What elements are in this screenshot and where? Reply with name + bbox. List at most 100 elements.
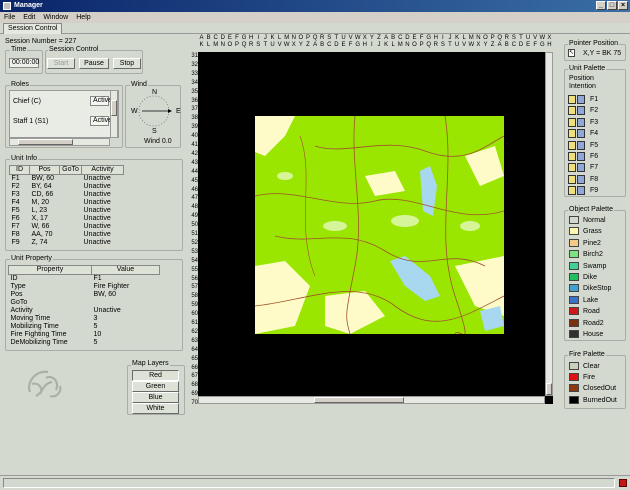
- table-row[interactable]: F2 BY, 64 Unactive: [10, 183, 124, 191]
- unit-intention-icon[interactable]: [577, 186, 585, 196]
- column-header[interactable]: Activity: [81, 165, 124, 175]
- unit-palette-item[interactable]: F1: [566, 95, 626, 106]
- fire-palette-label[interactable]: ClosedOut: [583, 385, 616, 393]
- object-swatch[interactable]: [569, 216, 579, 224]
- object-palette-label[interactable]: Lake: [583, 297, 598, 305]
- wind-title: Wind: [130, 81, 148, 89]
- layer-blue-button[interactable]: Blue: [132, 392, 179, 403]
- unit-position-icon[interactable]: [568, 152, 576, 161]
- unit-intention-icon[interactable]: [577, 174, 585, 184]
- column-header[interactable]: GoTo: [59, 165, 82, 175]
- map-view[interactable]: [198, 52, 553, 404]
- object-swatch[interactable]: [569, 273, 579, 281]
- fire-swatch[interactable]: [569, 395, 579, 404]
- layer-red-button[interactable]: Red: [132, 370, 179, 381]
- object-palette-label[interactable]: Normal: [583, 217, 606, 225]
- unit-position-icon[interactable]: [568, 186, 576, 196]
- unit-position-icon[interactable]: [568, 163, 576, 173]
- column-header[interactable]: Property: [8, 265, 92, 275]
- fire-swatch[interactable]: [569, 362, 579, 370]
- fire-palette-label[interactable]: Fire: [583, 374, 595, 382]
- table-row[interactable]: F1 BW, 60 Unactive: [10, 175, 124, 184]
- layer-white-button[interactable]: White: [132, 403, 179, 414]
- unit-position-icon[interactable]: [568, 129, 576, 139]
- object-swatch[interactable]: [569, 330, 579, 338]
- object-palette-label[interactable]: Birch2: [583, 251, 603, 259]
- fire-swatch[interactable]: [569, 373, 579, 382]
- menu-window[interactable]: Window: [39, 14, 72, 21]
- start-button[interactable]: Start: [47, 58, 75, 69]
- object-palette-label[interactable]: Pine2: [583, 240, 601, 248]
- unit-intention-icon[interactable]: [577, 129, 585, 139]
- column-header[interactable]: Value: [91, 265, 160, 275]
- fire-palette-label[interactable]: Clear: [583, 363, 600, 371]
- unit-palette-item[interactable]: F9: [566, 186, 626, 197]
- object-swatch[interactable]: [569, 295, 579, 304]
- table-row[interactable]: F6 X, 17 Unactive: [10, 215, 124, 223]
- role-status[interactable]: Active: [90, 116, 112, 126]
- time-display: 00:00:00: [9, 58, 39, 68]
- roles-vscroll[interactable]: [110, 90, 118, 138]
- pause-button[interactable]: Pause: [79, 58, 109, 69]
- object-palette-label[interactable]: DikeStop: [583, 285, 611, 293]
- object-palette-label[interactable]: House: [583, 331, 603, 339]
- table-row[interactable]: F8 AA, 70 Unactive: [10, 231, 124, 239]
- table-row[interactable]: F9 Z, 74 Unactive: [10, 239, 124, 247]
- stop-button[interactable]: Stop: [113, 58, 141, 69]
- object-swatch[interactable]: [569, 307, 579, 316]
- unit-palette-item[interactable]: F3: [566, 117, 626, 129]
- unit-intention-icon[interactable]: [577, 152, 585, 161]
- unit-intention-icon[interactable]: [577, 163, 585, 173]
- table-row[interactable]: F4 M, 20 Unactive: [10, 199, 124, 207]
- table-row[interactable]: F7 W, 66 Unactive: [10, 223, 124, 231]
- table-row[interactable]: F5 L, 23 Unactive: [10, 207, 124, 215]
- object-swatch[interactable]: [569, 227, 579, 236]
- tab-session-control[interactable]: Session Control: [3, 23, 63, 34]
- close-button[interactable]: ×: [618, 1, 628, 10]
- fire-swatch[interactable]: [569, 384, 579, 393]
- unit-palette-item[interactable]: F2: [566, 106, 626, 117]
- menu-edit[interactable]: Edit: [19, 14, 39, 21]
- unit-intention-icon[interactable]: [577, 95, 585, 104]
- tab-bar: [0, 23, 630, 34]
- unit-position-icon[interactable]: [568, 95, 576, 104]
- unit-palette-item[interactable]: F6: [566, 152, 626, 163]
- menu-file[interactable]: File: [0, 14, 19, 21]
- object-palette-label[interactable]: Dike: [583, 274, 597, 282]
- fire-palette-label[interactable]: BurnedOut: [583, 397, 617, 405]
- unit-position-icon[interactable]: [568, 117, 576, 127]
- unit-palette-item[interactable]: F8: [566, 174, 626, 186]
- object-palette-label[interactable]: Road: [583, 308, 600, 316]
- unit-palette-item[interactable]: F7: [566, 163, 626, 174]
- object-swatch[interactable]: [569, 261, 579, 270]
- unit-intention-icon[interactable]: [577, 140, 585, 150]
- role-status[interactable]: Active: [90, 96, 112, 106]
- object-palette-label[interactable]: Grass: [583, 228, 602, 236]
- unit-intention-icon[interactable]: [577, 117, 585, 127]
- object-palette-label[interactable]: Road2: [583, 320, 604, 328]
- column-header[interactable]: ID: [9, 165, 30, 175]
- object-swatch[interactable]: [569, 318, 579, 327]
- object-swatch[interactable]: [569, 284, 579, 293]
- property-cell: Unactive: [93, 307, 121, 314]
- minimize-button[interactable]: _: [596, 1, 606, 10]
- unit-position-icon[interactable]: [568, 106, 576, 116]
- table-row[interactable]: F3 CD, 66 Unactive: [10, 191, 124, 199]
- unit-palette-item[interactable]: F4: [566, 129, 626, 140]
- layer-green-button[interactable]: Green: [132, 381, 179, 392]
- unit-intention-icon[interactable]: [577, 106, 585, 116]
- map-hscroll[interactable]: [198, 396, 545, 404]
- grid-column-label: F P: [234, 35, 239, 48]
- unit-position-icon[interactable]: [568, 174, 576, 184]
- roles-hscroll[interactable]: [9, 138, 110, 146]
- maximize-button[interactable]: □: [607, 1, 617, 10]
- column-header[interactable]: Pos: [29, 165, 60, 175]
- object-swatch[interactable]: [569, 238, 579, 247]
- object-swatch[interactable]: [569, 250, 579, 259]
- unit-position-icon[interactable]: [568, 140, 576, 150]
- map-vscroll[interactable]: [545, 52, 553, 396]
- object-palette-label[interactable]: Swamp: [583, 263, 606, 271]
- menu-help[interactable]: Help: [72, 14, 94, 21]
- unit-palette-item[interactable]: F5: [566, 140, 626, 152]
- terrain-map[interactable]: [255, 116, 504, 334]
